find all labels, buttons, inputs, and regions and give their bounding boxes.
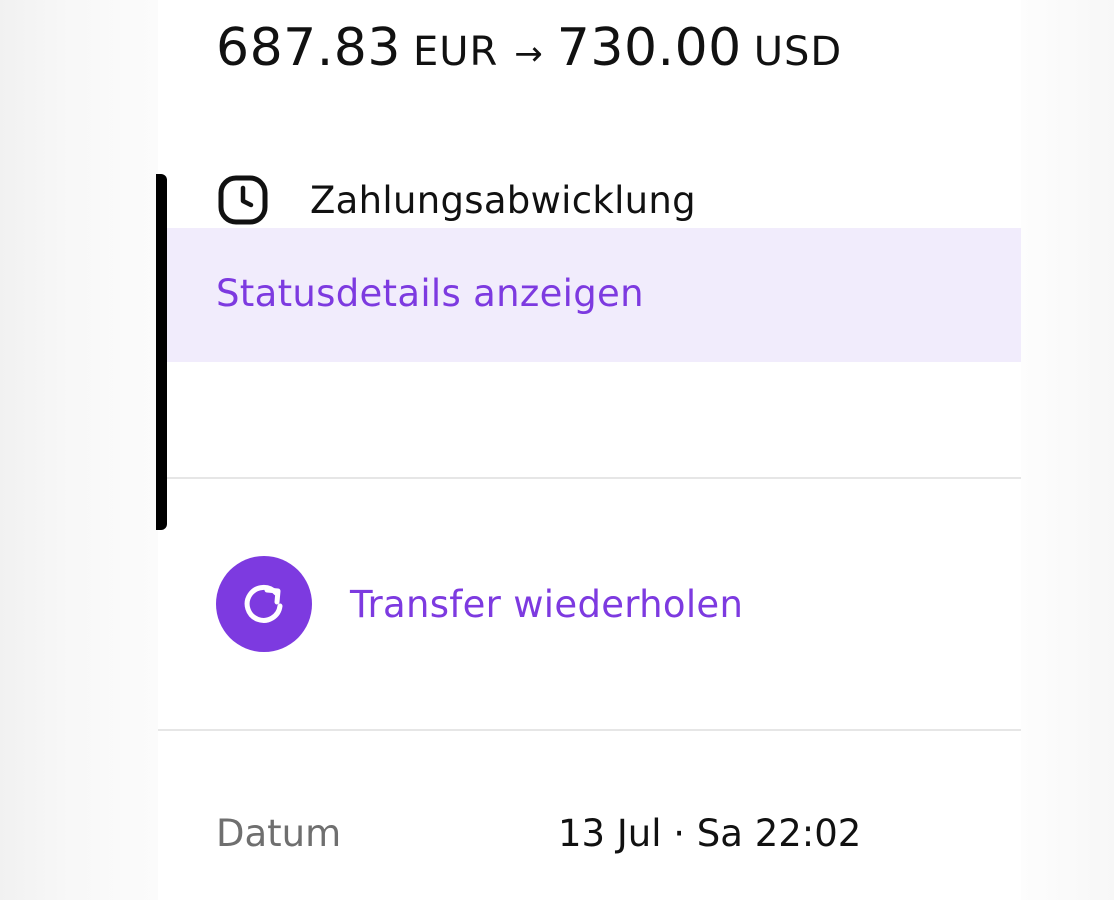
arrow-right-icon: →	[514, 34, 543, 74]
transfer-details-panel: 687.83 EUR → 730.00 USD Zahlungsabwicklu…	[158, 0, 1021, 900]
page: 687.83 EUR → 730.00 USD Zahlungsabwicklu…	[0, 0, 1114, 900]
status-row: Zahlungsabwicklung	[216, 172, 696, 228]
clock-icon	[216, 173, 270, 227]
transfer-amount: 687.83 EUR → 730.00 USD	[216, 18, 842, 88]
source-amount: 687.83	[216, 18, 401, 78]
status-details-link[interactable]: Statusdetails anzeigen	[216, 272, 644, 315]
left-edge-bar	[156, 174, 167, 530]
refresh-icon[interactable]	[216, 556, 312, 652]
repeat-transfer-button[interactable]: Transfer wiederholen	[216, 556, 743, 652]
status-label: Zahlungsabwicklung	[310, 178, 696, 222]
target-amount: 730.00	[556, 18, 742, 78]
left-background	[0, 0, 158, 900]
right-background	[1021, 0, 1114, 900]
date-label: Datum	[216, 812, 342, 855]
date-value: 13 Jul · Sa 22:02	[558, 812, 862, 855]
target-currency: USD	[753, 29, 843, 75]
source-currency: EUR	[412, 29, 499, 75]
divider	[158, 477, 1021, 479]
divider	[158, 729, 1021, 731]
repeat-transfer-label[interactable]: Transfer wiederholen	[350, 583, 743, 626]
